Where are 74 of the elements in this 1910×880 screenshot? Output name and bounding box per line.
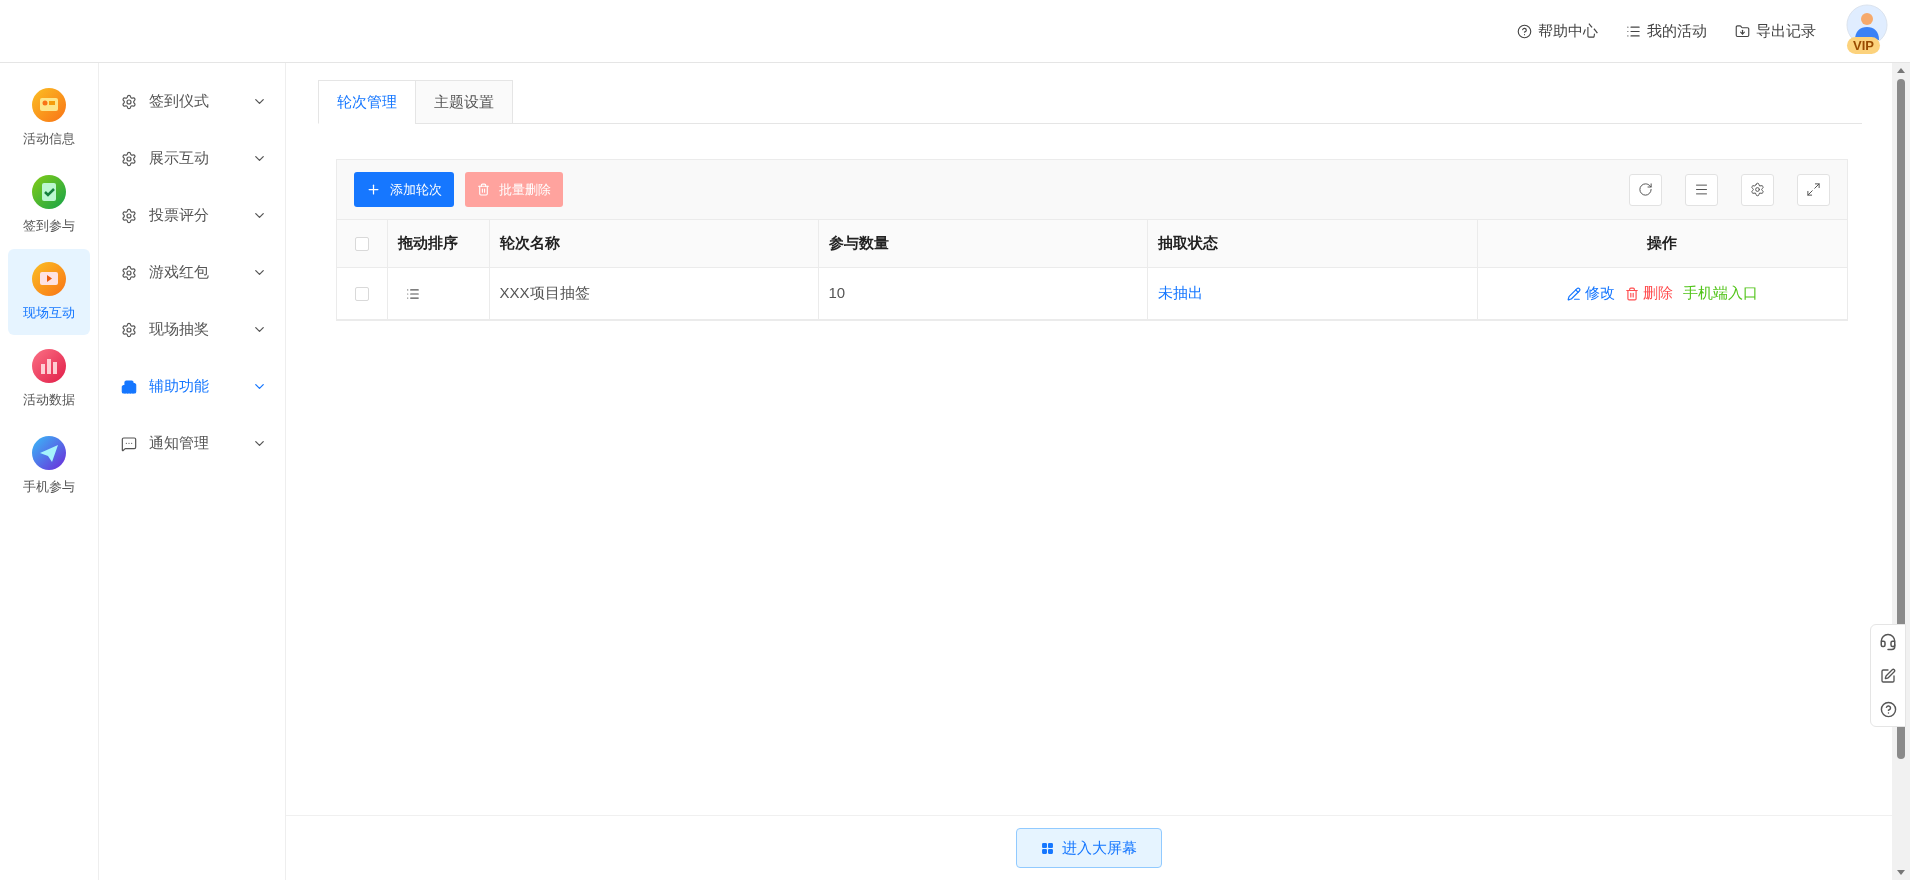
rail-item[interactable]: 活动数据 (8, 336, 90, 422)
rail-label: 签到参与 (23, 216, 75, 235)
menu-item[interactable]: 签到仪式 (99, 73, 285, 130)
menu-label: 现场抽奖 (149, 319, 210, 340)
settings-button[interactable] (1741, 173, 1774, 206)
menu-label: 辅助功能 (149, 376, 210, 397)
header-link[interactable]: 导出记录 (1735, 19, 1816, 43)
menu-label: 通知管理 (149, 433, 210, 454)
header-link[interactable]: 我的活动 (1626, 19, 1707, 43)
rail-label: 现场互动 (23, 303, 75, 322)
column-header: 操作 (1477, 219, 1847, 268)
refresh-button[interactable] (1629, 173, 1662, 206)
clipboard-check-icon (32, 174, 66, 209)
rail-label: 活动信息 (23, 129, 75, 148)
menu-label: 投票评分 (149, 205, 210, 226)
gear-icon (121, 264, 137, 281)
plus-icon (366, 182, 381, 197)
message-icon (121, 435, 137, 452)
checkbox[interactable] (354, 286, 369, 301)
id-card-icon (32, 87, 66, 122)
table-cell: XXX项目抽签 (489, 267, 818, 320)
status-cell: 未抽出 (1147, 267, 1477, 320)
list-icon (1626, 23, 1641, 39)
menu-item[interactable]: 通知管理 (99, 415, 285, 472)
gear-icon (121, 93, 137, 110)
menu-icon (1694, 182, 1709, 197)
gear-icon (121, 150, 137, 167)
fullscreen-button[interactable] (1797, 173, 1830, 206)
drag-handle-icon[interactable] (405, 286, 420, 301)
tab[interactable]: 主题设置 (415, 80, 513, 124)
menu-item[interactable]: 游戏红包 (99, 244, 285, 301)
rail-item[interactable]: 活动信息 (8, 75, 90, 161)
headset-icon[interactable] (1879, 633, 1897, 651)
trash-icon (477, 183, 490, 196)
gear-icon (121, 321, 137, 338)
rail-item[interactable]: 手机参与 (8, 423, 90, 509)
table-cell: 10 (818, 267, 1147, 320)
add-button[interactable]: 添加轮次 (354, 172, 454, 207)
rail-label: 手机参与 (23, 477, 75, 496)
rail-label: 活动数据 (23, 390, 75, 409)
menu-label: 游戏红包 (149, 262, 210, 283)
rail-item[interactable]: 现场互动 (8, 249, 90, 335)
big-screen-button[interactable]: 进入大屏幕 (1016, 828, 1162, 868)
help-icon (1517, 23, 1532, 39)
gear-icon (121, 207, 137, 224)
pencil-icon (1566, 286, 1581, 301)
settings-icon (1750, 182, 1765, 197)
note-icon[interactable] (1880, 668, 1896, 684)
vip-badge: VIP (1847, 37, 1880, 54)
tab[interactable]: 轮次管理 (318, 80, 416, 124)
grid-icon (1041, 841, 1054, 855)
paper-plane-icon (32, 435, 66, 470)
menu-item[interactable]: 辅助功能 (99, 358, 285, 415)
header-link[interactable]: 帮助中心 (1517, 19, 1598, 43)
rail-item[interactable]: 签到参与 (8, 162, 90, 248)
expand-icon (1806, 182, 1821, 197)
video-screen-icon (32, 261, 66, 296)
column-header: 拖动排序 (387, 219, 489, 268)
menu-label: 签到仪式 (149, 91, 210, 112)
help-icon[interactable] (1879, 701, 1897, 718)
checkbox[interactable] (354, 236, 369, 251)
folder-download-icon (1735, 23, 1750, 39)
density-button[interactable] (1685, 173, 1718, 206)
menu-item[interactable]: 投票评分 (99, 187, 285, 244)
bar-chart-icon (32, 348, 66, 383)
menu-item[interactable]: 现场抽奖 (99, 301, 285, 358)
menu-label: 展示互动 (149, 148, 210, 169)
menu-item[interactable]: 展示互动 (99, 130, 285, 187)
column-header: 轮次名称 (489, 219, 818, 268)
trash-icon (1624, 286, 1639, 301)
column-header: 抽取状态 (1147, 219, 1477, 268)
column-header: 参与数量 (818, 219, 1147, 268)
edit-link[interactable]: 修改 (1566, 282, 1615, 305)
refresh-icon (1638, 182, 1653, 197)
